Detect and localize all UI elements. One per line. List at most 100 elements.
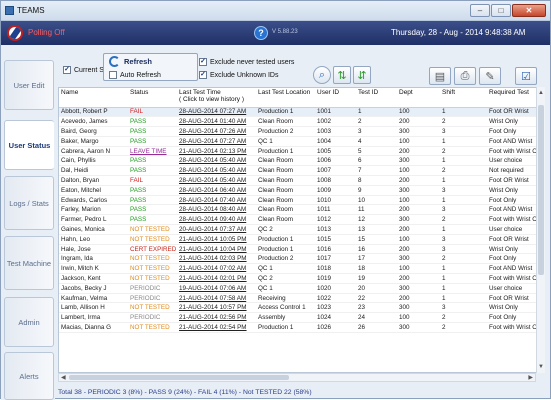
- exclude-unknown-ids-checkbox[interactable]: ✓ Exclude Unknown IDs: [199, 71, 278, 79]
- scroll-left-icon[interactable]: ◀: [61, 374, 66, 382]
- last-test-link[interactable]: 21-AUG-2014 07:58 AM: [177, 293, 256, 304]
- table-cell: 3: [440, 185, 487, 196]
- refresh-button[interactable]: Refresh: [124, 57, 152, 66]
- last-test-link[interactable]: 21-AUG-2014 10:05 PM: [177, 234, 256, 245]
- table-row[interactable]: Jackson, Kent NOT TESTED 21-AUG-2014 02:01…: [59, 273, 544, 284]
- last-test-link[interactable]: 28-AUG-2014 07:27 AM: [177, 136, 256, 147]
- last-test-link[interactable]: 19-AUG-2014 07:06 AM: [177, 283, 256, 294]
- minimize-button[interactable]: –: [470, 4, 490, 17]
- horizontal-scroll-thumb[interactable]: [69, 375, 289, 380]
- last-test-link[interactable]: 21-AUG-2014 02:13 PM: [177, 146, 256, 157]
- exclude-never-tested-checkbox[interactable]: ✓ Exclude never tested users: [199, 58, 294, 66]
- auto-refresh-checkbox[interactable]: Auto Refresh: [109, 71, 161, 79]
- status-header: Polling Off ? V 5.88.23 Thursday, 28 - A…: [1, 21, 550, 45]
- table-row[interactable]: Lamb, Allison H NOT TESTED 21-AUG-2014 10:…: [59, 302, 544, 314]
- maximize-button[interactable]: □: [491, 4, 511, 17]
- column-header[interactable]: Dept: [397, 88, 440, 108]
- table-cell: 1008: [315, 175, 356, 186]
- last-test-link[interactable]: 21-AUG-2014 02:54 PM: [177, 322, 256, 333]
- last-test-link[interactable]: 21-AUG-2014 02:03 PM: [177, 253, 256, 265]
- import-icon[interactable]: ⇵: [353, 66, 371, 84]
- table-row[interactable]: Baker, Margo PASS 28-AUG-2014 07:27 AM QC 1…: [59, 136, 544, 147]
- nav-test-machine[interactable]: Test Machine: [4, 236, 54, 290]
- export-icon[interactable]: ⇅: [333, 66, 351, 84]
- last-test-link[interactable]: 21-AUG-2014 02:56 PM: [177, 312, 256, 324]
- table-cell: 3: [440, 302, 487, 314]
- nav-user-edit[interactable]: User Edit: [4, 60, 54, 110]
- last-test-link[interactable]: 21-AUG-2014 10:57 PM: [177, 302, 256, 314]
- table-row[interactable]: Irwin, Mitch K NOT TESTED 21-AUG-2014 07:0…: [59, 263, 544, 275]
- table-row[interactable]: Farmer, Pedro L PASS 28-AUG-2014 09:40 AM C…: [59, 214, 544, 226]
- table-cell: 100: [397, 263, 440, 275]
- report-icon[interactable]: ▤: [429, 67, 451, 85]
- table-body: Abbott, Robert P FAIL 28-AUG-2014 07:27 AM…: [59, 107, 544, 333]
- horizontal-scrollbar[interactable]: ◀ ▶: [58, 373, 536, 382]
- last-test-link[interactable]: 28-AUG-2014 07:40 AM: [177, 195, 256, 206]
- nav-admin[interactable]: Admin: [4, 297, 54, 347]
- table-cell: Hale, Jose: [59, 244, 128, 255]
- last-test-link[interactable]: 28-AUG-2014 05:40 AM: [177, 165, 256, 177]
- refresh-icon[interactable]: [109, 56, 120, 67]
- table-row[interactable]: Acevedo, James PASS 28-AUG-2014 01:40 AM Cl…: [59, 116, 544, 128]
- print-icon[interactable]: ⎙: [454, 67, 476, 85]
- last-test-link[interactable]: 28-AUG-2014 05:40 AM: [177, 155, 256, 167]
- table-row[interactable]: Dal, Heidi PASS 28-AUG-2014 05:40 AM Clean …: [59, 165, 544, 177]
- table-row[interactable]: Lambert, Irma PERIODIC 21-AUG-2014 02:56 P…: [59, 312, 544, 324]
- close-button[interactable]: ✕: [512, 4, 546, 17]
- help-icon[interactable]: ?: [254, 26, 268, 40]
- column-header[interactable]: Status: [128, 88, 177, 108]
- column-header[interactable]: Last Test Time ( Click to view history ): [177, 88, 256, 108]
- search-icon[interactable]: ⌕: [313, 66, 331, 84]
- polling-icon[interactable]: [7, 25, 23, 41]
- table-row[interactable]: Eaton, Mitchel PASS 28-AUG-2014 06:40 AM Cl…: [59, 185, 544, 196]
- table-cell: 6: [356, 155, 397, 167]
- table-row[interactable]: Cain, Phyllis PASS 28-AUG-2014 05:40 AM Cle…: [59, 155, 544, 167]
- status-cell: CERT EXPIRED 2: [128, 244, 177, 255]
- table-row[interactable]: Kaufman, Velma PERIODIC 21-AUG-2014 07:58 …: [59, 293, 544, 304]
- scroll-right-icon[interactable]: ▶: [528, 374, 533, 382]
- nav-alerts[interactable]: Alerts: [4, 352, 54, 400]
- table-row[interactable]: Hahn, Leo NOT TESTED 21-AUG-2014 10:05 PM P…: [59, 234, 544, 245]
- column-header[interactable]: Name: [59, 88, 128, 108]
- last-test-link[interactable]: 28-AUG-2014 09:40 AM: [177, 214, 256, 226]
- table-row[interactable]: Dalton, Bryan FAIL 28-AUG-2014 05:40 AM Cle…: [59, 175, 544, 186]
- table-cell: 1007: [315, 165, 356, 177]
- vertical-scroll-thumb[interactable]: [538, 105, 544, 275]
- table-row[interactable]: Hale, Jose CERT EXPIRED 2 21-AUG-2014 10:0…: [59, 244, 544, 255]
- column-header[interactable]: User ID: [315, 88, 356, 108]
- table-row[interactable]: Edwards, Carlos PASS 28-AUG-2014 07:40 AM C…: [59, 195, 544, 206]
- last-test-link[interactable]: 20-AUG-2014 07:37 AM: [177, 224, 256, 235]
- status-cell: PERIODIC: [128, 283, 177, 294]
- table-row[interactable]: Ingram, Ida NOT TESTED 21-AUG-2014 02:03 P…: [59, 253, 544, 265]
- scroll-down-icon[interactable]: ▼: [538, 363, 544, 371]
- column-header[interactable]: Last Test Location: [256, 88, 315, 108]
- table-row[interactable]: Baird, Georg PASS 28-AUG-2014 07:26 AM Prod…: [59, 126, 544, 137]
- table-row[interactable]: Gaines, Monica NOT TESTED 20-AUG-2014 07:3…: [59, 224, 544, 235]
- last-test-link[interactable]: 28-AUG-2014 01:40 AM: [177, 116, 256, 128]
- table-cell: 1010: [315, 195, 356, 206]
- table-row[interactable]: Farley, Marion PASS 28-AUG-2014 08:40 AM Cl…: [59, 204, 544, 216]
- nav-user-status[interactable]: User Status: [4, 120, 54, 170]
- nav-logs-stats[interactable]: Logs / Stats: [4, 176, 54, 230]
- last-test-link[interactable]: 28-AUG-2014 06:40 AM: [177, 185, 256, 196]
- vertical-scrollbar[interactable]: ▲ ▼: [536, 87, 545, 373]
- table-cell: 7: [356, 165, 397, 177]
- left-nav: User Edit User Status Logs / Stats Test …: [1, 45, 55, 400]
- last-test-link[interactable]: 21-AUG-2014 10:04 PM: [177, 244, 256, 255]
- last-test-link[interactable]: 21-AUG-2014 02:01 PM: [177, 273, 256, 284]
- last-test-link[interactable]: 28-AUG-2014 07:26 AM: [177, 126, 256, 137]
- document-check-icon[interactable]: ☑: [515, 67, 537, 85]
- last-test-link[interactable]: 28-AUG-2014 08:40 AM: [177, 204, 256, 216]
- last-test-link[interactable]: 28-AUG-2014 05:40 AM: [177, 175, 256, 186]
- last-test-link[interactable]: 28-AUG-2014 07:27 AM: [177, 107, 256, 118]
- scroll-up-icon[interactable]: ▲: [538, 89, 544, 97]
- table-row[interactable]: Cabrera, Aaron N LEAVE TIME 21-AUG-2014 02…: [59, 146, 544, 157]
- table-cell: 1: [440, 283, 487, 294]
- table-row[interactable]: Macias, Dianna G NOT TESTED 21-AUG-2014 02…: [59, 322, 544, 333]
- edit-icon[interactable]: ✎: [479, 67, 501, 85]
- column-header[interactable]: Test ID: [356, 88, 397, 108]
- table-row[interactable]: Jacobs, Becky J PERIODIC 19-AUG-2014 07:06…: [59, 283, 544, 294]
- column-header[interactable]: Shift: [440, 88, 487, 108]
- last-test-link[interactable]: 21-AUG-2014 07:02 AM: [177, 263, 256, 275]
- table-row[interactable]: Abbott, Robert P FAIL 28-AUG-2014 07:27 AM…: [59, 107, 544, 118]
